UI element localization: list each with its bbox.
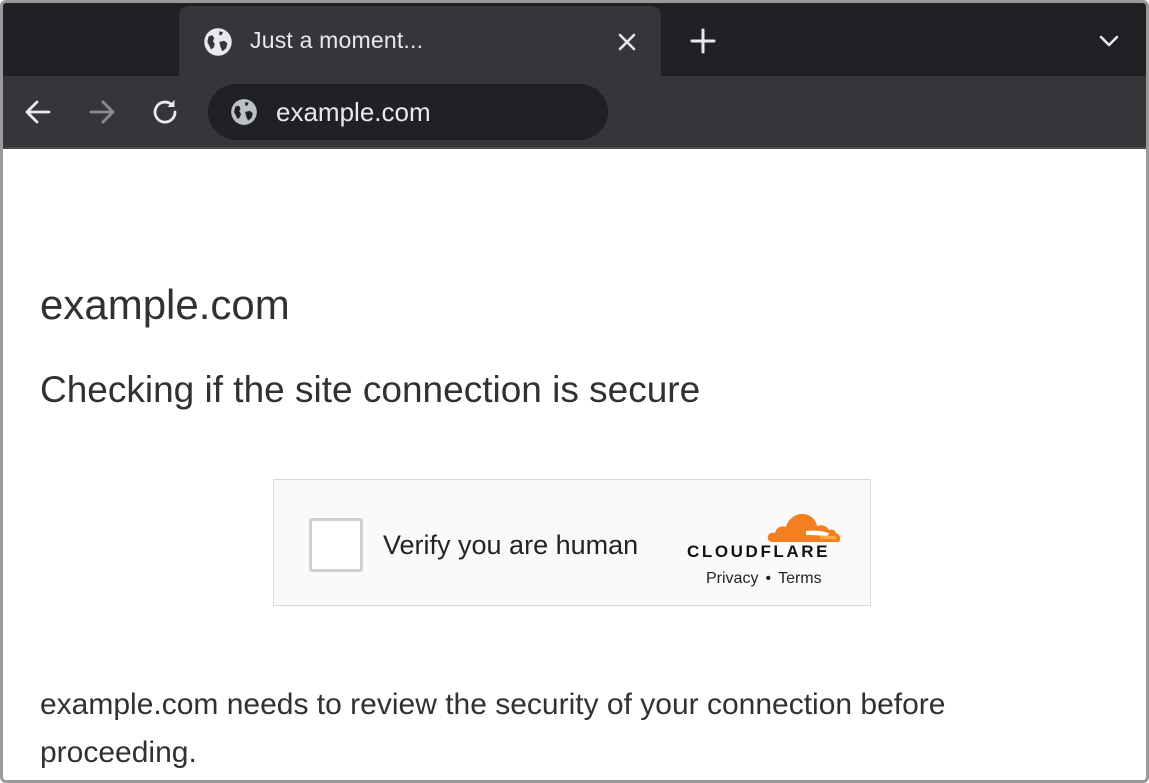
arrow-left-icon[interactable] — [23, 97, 53, 127]
browser-window: Just a moment... example.com example.com… — [0, 0, 1149, 783]
tab-active[interactable]: Just a moment... — [179, 6, 661, 76]
close-tab-icon[interactable] — [615, 30, 639, 54]
verify-checkbox[interactable] — [309, 518, 363, 572]
cloudflare-wordmark: CLOUDFLARE — [687, 542, 831, 561]
globe-icon — [231, 99, 257, 125]
chevron-down-icon[interactable] — [1097, 31, 1121, 51]
tab-strip: Just a moment... — [3, 3, 1146, 76]
security-review-text: example.com needs to review the security… — [40, 688, 946, 769]
terms-link[interactable]: Terms — [778, 570, 822, 587]
arrow-right-icon[interactable] — [87, 97, 117, 127]
cloudflare-cloud-icon — [767, 513, 841, 542]
link-separator: • — [765, 570, 772, 587]
globe-icon — [204, 28, 232, 56]
address-bar[interactable]: example.com — [208, 84, 608, 140]
address-url[interactable]: example.com — [276, 97, 431, 128]
new-tab-plus-icon[interactable] — [689, 27, 717, 55]
cloudflare-challenge-widget: Verify you are human CLOUDFLARE Privacy •… — [273, 479, 871, 606]
browser-toolbar: example.com — [3, 76, 1146, 149]
page-title: example.com — [40, 281, 290, 328]
tab-title: Just a moment... — [250, 27, 424, 53]
reload-icon[interactable] — [150, 97, 180, 127]
privacy-link[interactable]: Privacy — [706, 570, 758, 587]
verify-label: Verify you are human — [383, 530, 639, 560]
cloudflare-links: Privacy • Terms — [706, 570, 822, 588]
page-subtitle: Checking if the site connection is secur… — [40, 369, 701, 410]
page-content: example.com Checking if the site connect… — [3, 149, 1146, 780]
